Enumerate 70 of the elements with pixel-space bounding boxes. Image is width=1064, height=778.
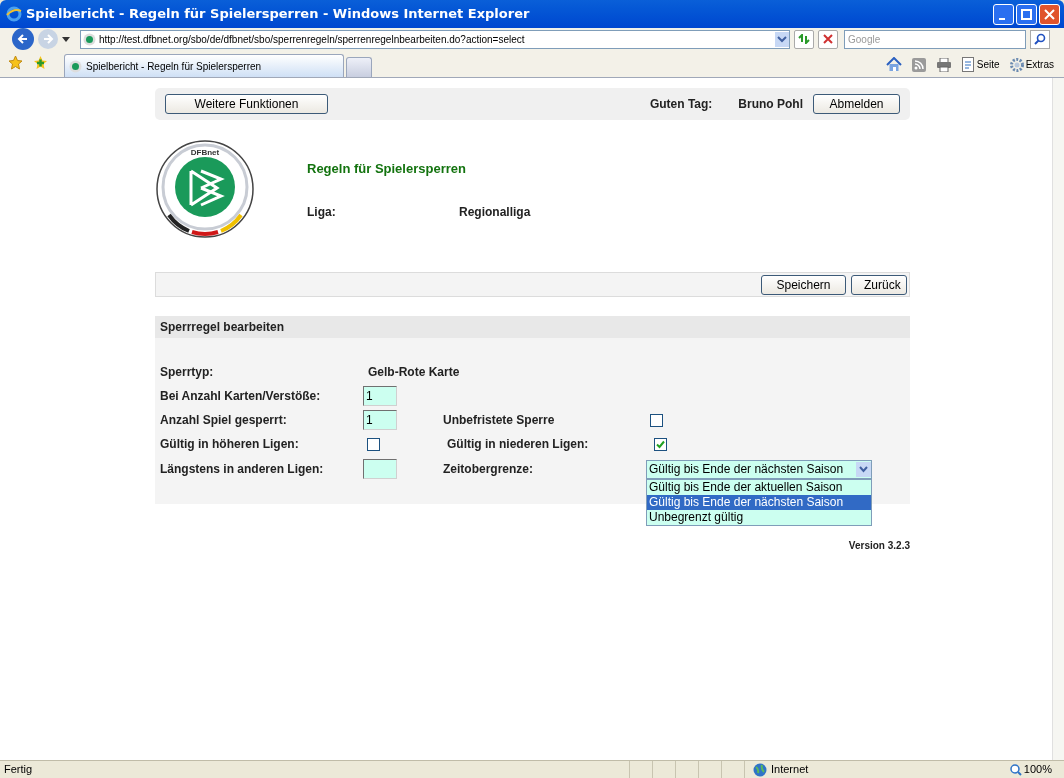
maximize-icon [1021, 8, 1032, 20]
field-label: Unbefristete Sperre [443, 412, 556, 429]
stop-button[interactable] [818, 29, 838, 49]
forward-arrow-icon [42, 33, 54, 45]
field-value: Gelb-Rote Karte [368, 364, 460, 381]
back-arrow-icon [17, 33, 29, 45]
greeting-label: Guten Tag: [649, 96, 713, 113]
user-name: Bruno Pohl [738, 96, 803, 113]
address-field[interactable]: http://test.dfbnet.org/sbo/de/dfbnet/sbo/sperrenregeln/sperrenregelnbearbeiten.do?action=select [80, 29, 790, 49]
add-favorite-icon[interactable] [33, 55, 48, 70]
field-label: Anzahl Spiel gesperrt: [160, 412, 288, 429]
close-button[interactable] [1039, 3, 1060, 25]
search-icon [1034, 33, 1046, 45]
field-label: Sperrtyp: [160, 364, 215, 381]
logo: DFBnet [155, 139, 255, 239]
more-functions-button[interactable]: Weitere Funktionen [165, 94, 328, 114]
url-text: http://test.dfbnet.org/sbo/de/dfbnet/sbo/sperrenregeln/sperrenregelnbearbeiten.do?action=select [99, 32, 525, 47]
search-field[interactable]: Google [844, 29, 1026, 49]
field-label: Längstens in anderen Ligen: [160, 461, 325, 478]
zoom-icon [1009, 763, 1022, 776]
league-label: Liga: [307, 203, 337, 221]
page-icon [961, 57, 975, 72]
checkbox[interactable] [650, 413, 663, 427]
league-value: Regionalliga [459, 203, 531, 221]
number-input[interactable] [363, 459, 397, 479]
dropdown-option[interactable]: Gültig bis Ende der nächsten Saison [647, 494, 871, 510]
printer-icon[interactable] [935, 57, 952, 72]
checkbox[interactable] [367, 437, 380, 451]
gear-icon [1009, 57, 1024, 72]
scrollbar[interactable] [1052, 78, 1064, 760]
zone-text: Internet [771, 762, 809, 778]
status-text: Fertig [4, 762, 34, 778]
search-button[interactable] [1030, 29, 1050, 49]
field-label: Bei Anzahl Karten/Verstöße: [160, 388, 322, 405]
page-title: Regeln für Spielersperren [307, 160, 467, 178]
window-title: Spielbericht - Regeln für Spielersperren - Windows Internet Explorer [26, 5, 530, 24]
browser-icon [6, 6, 22, 22]
zoom-button[interactable]: 100% [1009, 761, 1052, 778]
field-label: Zeitobergrenze: [443, 461, 534, 478]
field-label: Gültig in niederen Ligen: [447, 436, 590, 453]
dropdown-option[interactable]: Gültig bis Ende der aktuellen Saison [647, 479, 871, 495]
number-input[interactable]: 1 [363, 386, 397, 406]
logout-button[interactable]: Abmelden [813, 94, 900, 114]
number-input[interactable]: 1 [363, 410, 397, 430]
refresh-icon [798, 34, 810, 44]
star-icon[interactable] [8, 55, 23, 70]
checkbox[interactable] [654, 437, 667, 451]
site-icon [83, 32, 96, 46]
stop-icon [823, 34, 833, 44]
page-menu[interactable]: Seite [961, 57, 1000, 72]
time-limit-select[interactable]: Gültig bis Ende der nächsten Saison [646, 459, 872, 479]
feed-icon[interactable] [911, 57, 926, 72]
site-icon [69, 59, 82, 73]
dropdown-arrow-icon[interactable] [62, 36, 70, 42]
home-icon[interactable] [885, 57, 902, 72]
field-label: Gültig in höheren Ligen: [160, 436, 300, 453]
minimize-button[interactable] [993, 3, 1014, 25]
save-button[interactable]: Speichern [761, 274, 846, 295]
version-text: Version 3.2.3 [848, 539, 910, 553]
back-button[interactable] [12, 28, 34, 50]
minimize-icon [999, 17, 1005, 20]
tools-menu[interactable]: Extras [1009, 57, 1054, 72]
section-title: Sperrregel bearbeiten [160, 319, 285, 336]
maximize-button[interactable] [1016, 3, 1037, 25]
close-icon [1044, 8, 1055, 20]
dropdown-option[interactable]: Unbegrenzt gültig [647, 509, 871, 525]
back-button[interactable]: Zurück [851, 274, 907, 295]
refresh-button[interactable] [794, 29, 814, 49]
browser-tab[interactable]: Spielbericht - Regeln für Spielersperren [64, 54, 344, 77]
globe-icon [753, 762, 767, 777]
